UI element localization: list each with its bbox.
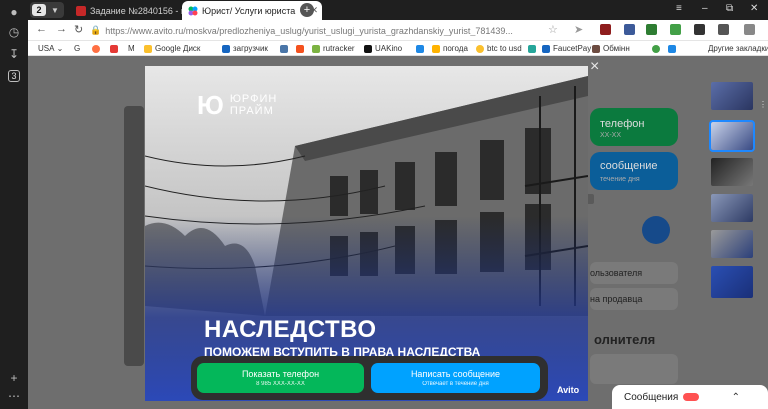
back-icon[interactable]: ← <box>36 23 47 35</box>
download-extension-icon[interactable] <box>670 24 681 35</box>
bookmark-icon[interactable] <box>296 42 307 55</box>
bg-seller-field: на продавца <box>590 288 678 310</box>
browser-window: ● ◷ ↧ 3 + ⋯ 2 ▼ Задание №2840156 - про Ю… <box>0 0 768 409</box>
bg-message-button: сообщение течение дня <box>590 152 678 190</box>
tab-task[interactable]: Задание №2840156 - про <box>70 1 182 20</box>
bg-avatar <box>642 216 670 244</box>
tabs-panel-button[interactable]: 3 <box>4 66 24 86</box>
bookmark-icon[interactable] <box>110 42 121 55</box>
messages-bar[interactable]: Сообщения ⌃ <box>612 385 768 409</box>
messages-label: Сообщения <box>624 391 679 403</box>
puzzle-icon[interactable] <box>744 24 755 35</box>
show-phone-label: Показать телефон <box>241 369 320 379</box>
bookmark-item[interactable]: загрузчик <box>222 42 268 55</box>
company-logo: Ю ЮРФИН ПРАЙМ <box>197 92 277 118</box>
reload-icon[interactable]: ↻ <box>74 23 83 36</box>
new-tab-button[interactable]: + <box>300 3 314 17</box>
bg-card <box>590 354 678 384</box>
gallery-thumbnail[interactable] <box>711 266 753 298</box>
address-bar[interactable]: 🔒 https://www.avito.ru/moskva/predlozhen… <box>90 23 520 38</box>
chevron-up-icon[interactable]: ⌃ <box>732 392 740 403</box>
bookmark-icon[interactable]: M <box>128 42 135 55</box>
bookmark-icon[interactable] <box>92 42 103 55</box>
tab-count: 2 <box>32 4 46 16</box>
unread-badge <box>683 393 700 401</box>
gallery-image: Ю ЮРФИН ПРАЙМ НАСЛЕДСТВО ПОМОЖЕМ ВСТУПИТ… <box>145 66 588 401</box>
listing-photo-edge <box>124 106 144 366</box>
downloads-icon[interactable]: ↧ <box>4 44 24 64</box>
avito-favicon-icon <box>188 6 198 16</box>
bg-user-field: ользователя <box>590 262 678 284</box>
bookmark-star-icon[interactable]: ☆ <box>548 23 558 36</box>
bookmark-icon[interactable] <box>668 42 679 55</box>
extension-icon[interactable] <box>694 24 705 35</box>
contact-panel: Показать телефон 8 985 XXX-XX-XX Написат… <box>191 356 548 400</box>
write-message-button[interactable]: Написать сообщение Отвечает в течение дн… <box>371 363 540 393</box>
gallery-thumbnail[interactable] <box>711 158 753 186</box>
close-gallery-icon[interactable]: × <box>590 58 599 76</box>
avito-watermark: Avito <box>557 385 580 395</box>
bookmark-item[interactable]: USA ⌄ <box>38 42 63 55</box>
forward-icon[interactable]: → <box>56 23 67 35</box>
bookmark-icon[interactable] <box>528 42 539 55</box>
ad-headline: НАСЛЕДСТВО <box>204 316 377 343</box>
write-message-label: Написать сообщение <box>410 369 501 379</box>
bg-section-title: олнителя <box>594 332 656 347</box>
bookmark-icon[interactable] <box>416 42 427 55</box>
logo-text: ЮРФИН ПРАЙМ <box>229 93 278 117</box>
bookmarks-bar: USA ⌄ G M Google Диск загрузчик rutracke… <box>28 41 768 56</box>
bookmark-item[interactable]: btc to usd <box>476 42 522 55</box>
extension-icon[interactable] <box>600 24 611 35</box>
bookmark-item[interactable]: Обмінн <box>592 42 630 55</box>
response-time: Отвечает в течение дня <box>422 381 489 387</box>
gallery-thumbnail-selected[interactable] <box>709 120 755 152</box>
address-toolbar: ← → ↻ 🔒 https://www.avito.ru/moskva/pred… <box>28 20 768 41</box>
other-bookmarks[interactable]: Другие закладки <box>708 42 768 55</box>
sp-favicon-icon <box>76 5 86 16</box>
tab-strip: 2 ▼ Задание №2840156 - про Юрист/ Услуги… <box>28 0 768 20</box>
bookmark-item[interactable]: rutracker <box>312 42 355 55</box>
show-phone-button[interactable]: Показать телефон 8 985 XXX-XX-XX <box>197 363 364 393</box>
tab-label: Задание №2840156 - про <box>90 5 182 16</box>
menu-icon[interactable]: ≡ <box>676 3 682 14</box>
bookmark-icon[interactable]: G <box>74 42 80 55</box>
extension-icon[interactable] <box>646 24 657 35</box>
phone-number: 8 985 XXX-XX-XX <box>256 381 305 387</box>
bookmark-icon[interactable] <box>652 42 663 55</box>
gallery-thumbnail[interactable] <box>711 194 753 222</box>
bg-call-button: телефон XX-XX <box>590 108 678 146</box>
tab-label: Юрист/ Услуги юриста <box>202 5 296 16</box>
lock-icon: 🔒 <box>90 25 102 35</box>
logo-mark: Ю <box>197 90 224 120</box>
flow-icon[interactable]: ➤ <box>574 23 583 36</box>
extension-icon[interactable] <box>624 24 635 35</box>
bookmark-item[interactable]: FaucetPay <box>542 42 591 55</box>
bookmark-icon[interactable] <box>280 42 291 55</box>
extension-icon[interactable] <box>718 24 729 35</box>
gallery-thumbnail[interactable] <box>711 230 753 258</box>
restore-icon[interactable]: ⧉ <box>726 3 733 14</box>
history-icon[interactable]: ◷ <box>4 22 24 42</box>
url-text: https://www.avito.ru/moskva/predlozheniy… <box>105 25 513 36</box>
more-icon[interactable]: ⋯ <box>4 386 24 406</box>
tabs-panel-badge: 3 <box>8 70 20 82</box>
scroll-indicator: ⋮ <box>759 100 767 109</box>
add-panel-icon[interactable]: + <box>4 368 24 388</box>
minimize-icon[interactable]: – <box>702 3 708 14</box>
profile-icon[interactable]: ● <box>4 2 24 22</box>
close-window-icon[interactable]: ✕ <box>750 3 758 14</box>
bookmark-item[interactable]: погода <box>432 42 468 55</box>
chevron-down-icon: ▼ <box>51 5 59 15</box>
tab-counter-button[interactable]: 2 ▼ <box>30 2 64 18</box>
bookmark-item[interactable]: Google Диск <box>144 42 200 55</box>
gallery-thumbnail[interactable] <box>711 82 753 110</box>
left-sidebar: ● ◷ ↧ 3 + ⋯ <box>0 0 28 409</box>
bookmark-item[interactable]: UAKino <box>364 42 402 55</box>
